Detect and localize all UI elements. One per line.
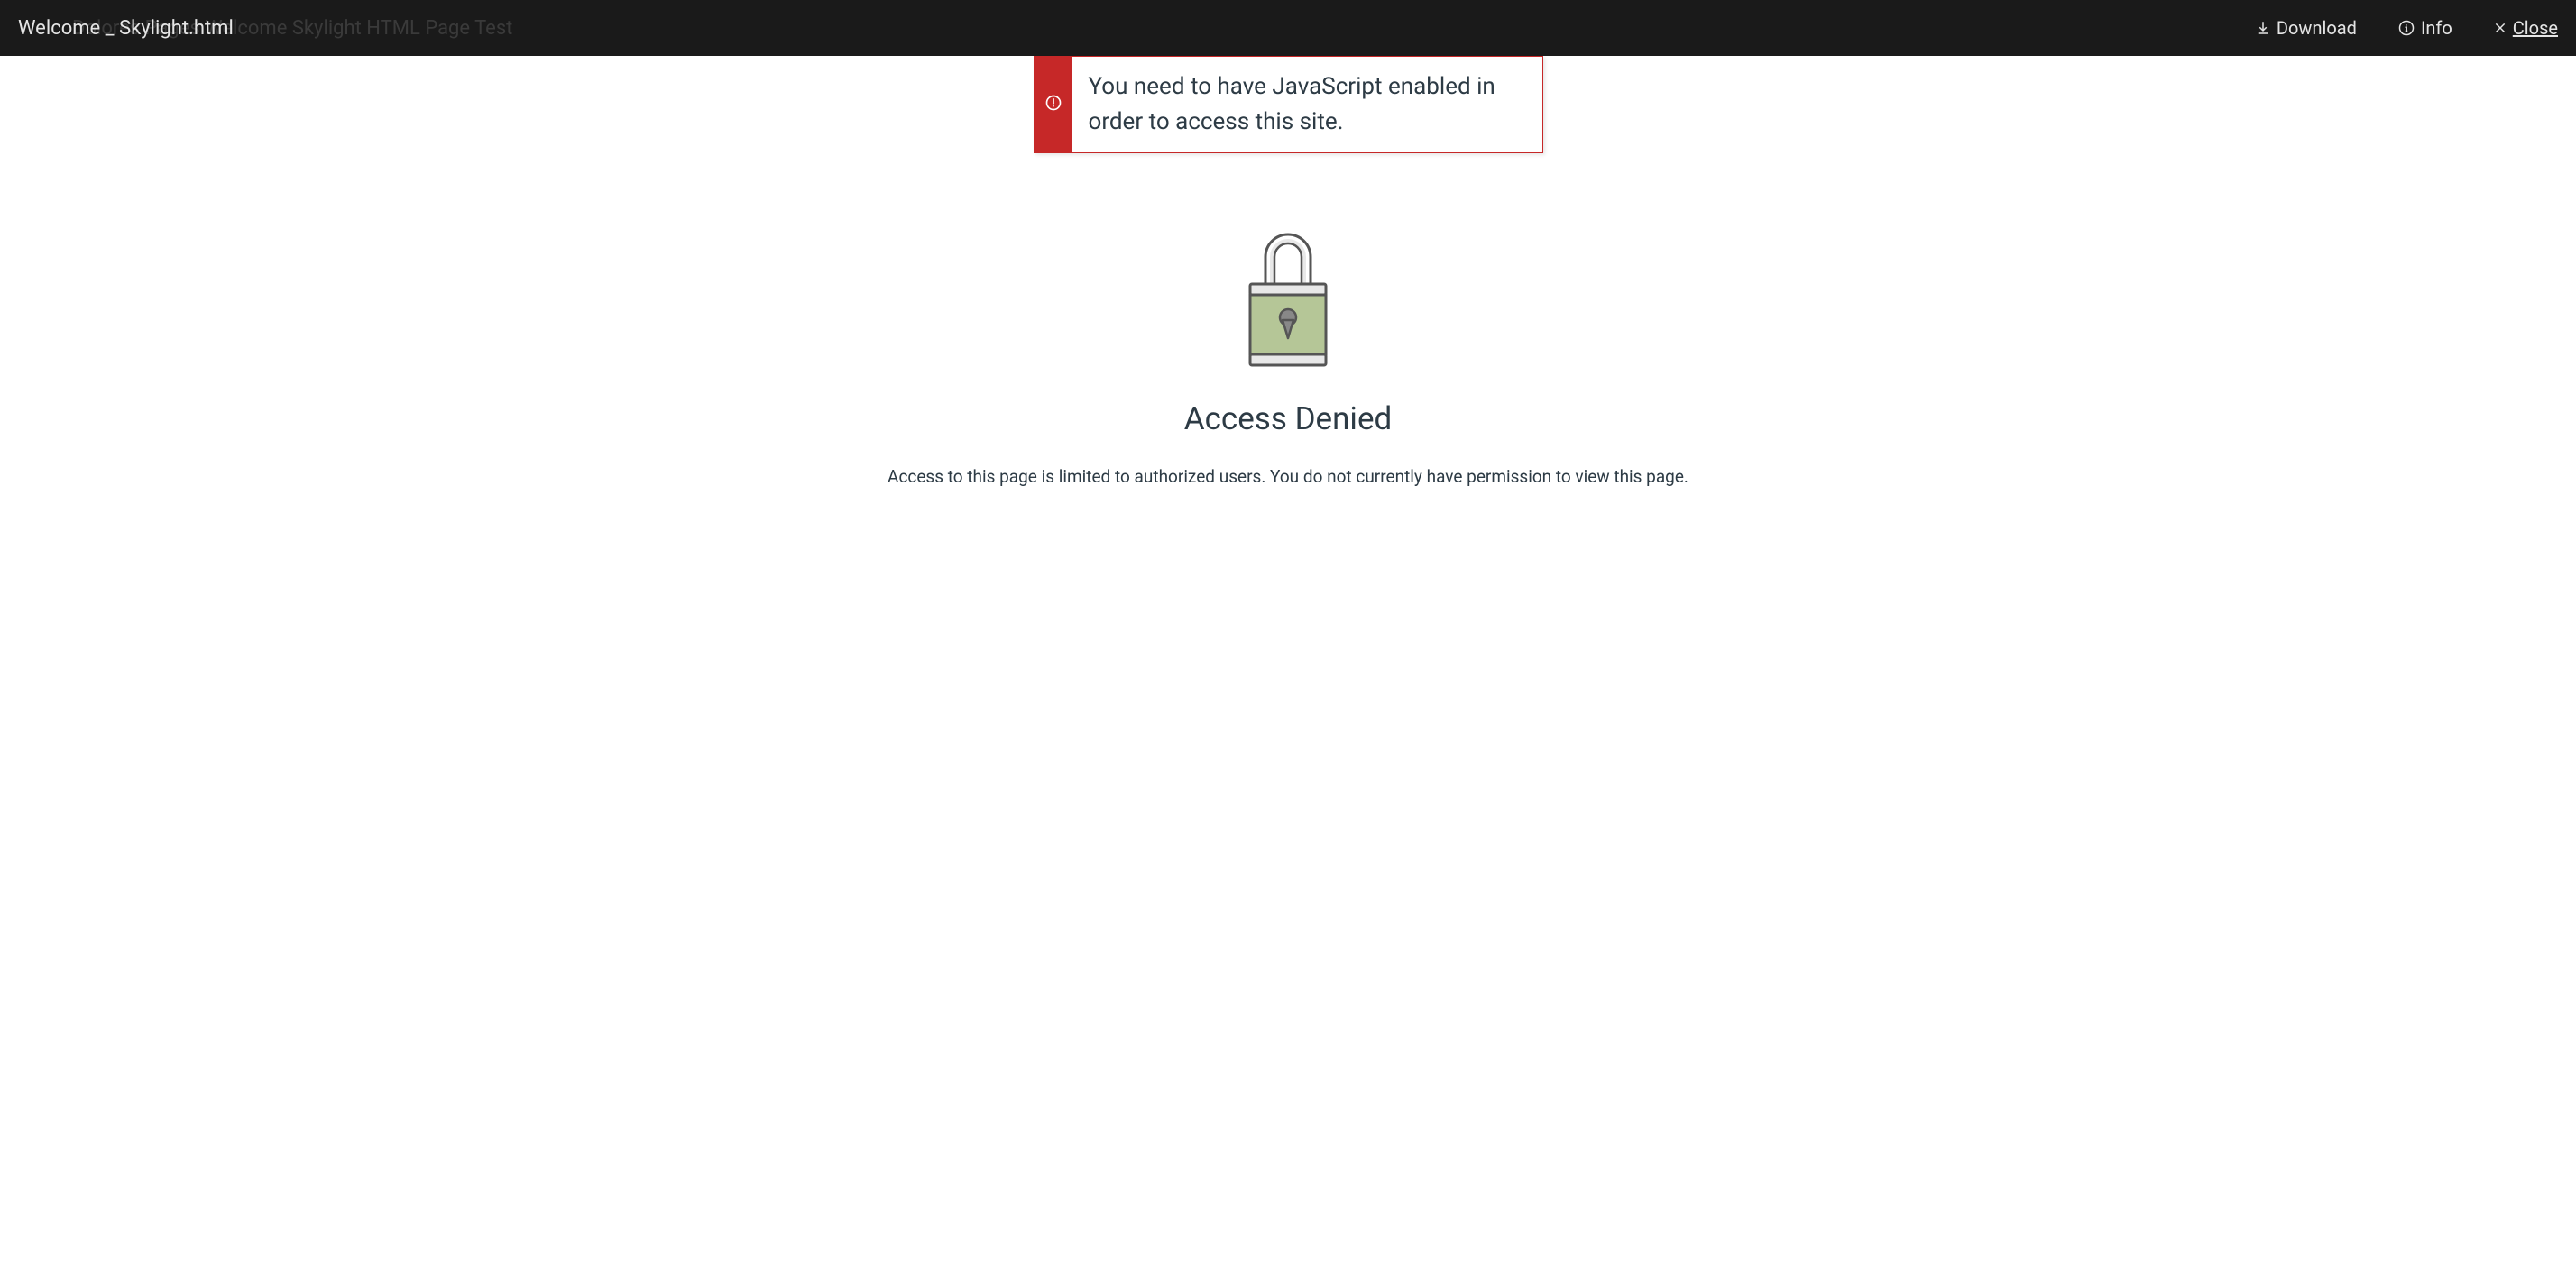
lock-icon — [888, 216, 1688, 382]
close-button[interactable]: Close — [2493, 17, 2558, 39]
alert-icon — [1044, 94, 1063, 115]
alert-message: You need to have JavaScript enabled in o… — [1072, 57, 1542, 152]
access-denied-heading: Access Denied — [888, 400, 1688, 437]
content-area: You need to have JavaScript enabled in o… — [0, 56, 2576, 1266]
alert-icon-column — [1035, 57, 1072, 152]
download-label: Download — [2277, 17, 2357, 39]
close-label: Close — [2513, 17, 2558, 39]
javascript-alert: You need to have JavaScript enabled in o… — [1034, 56, 1543, 153]
viewer-topbar: Dolores Pages Welcome Skylight HTML Page… — [0, 0, 2576, 56]
access-denied-section: Access Denied Access to this page is lim… — [888, 216, 1688, 487]
info-label: Info — [2421, 17, 2452, 39]
info-button[interactable]: Info — [2397, 17, 2452, 39]
topbar-actions: Download Info Close — [2255, 17, 2558, 39]
file-title: Welcome _ Skylight.html — [18, 17, 234, 40]
download-icon — [2255, 20, 2271, 36]
download-button[interactable]: Download — [2255, 17, 2357, 39]
close-icon — [2493, 21, 2507, 35]
access-denied-message: Access to this page is limited to author… — [888, 466, 1688, 487]
info-icon — [2397, 19, 2415, 37]
